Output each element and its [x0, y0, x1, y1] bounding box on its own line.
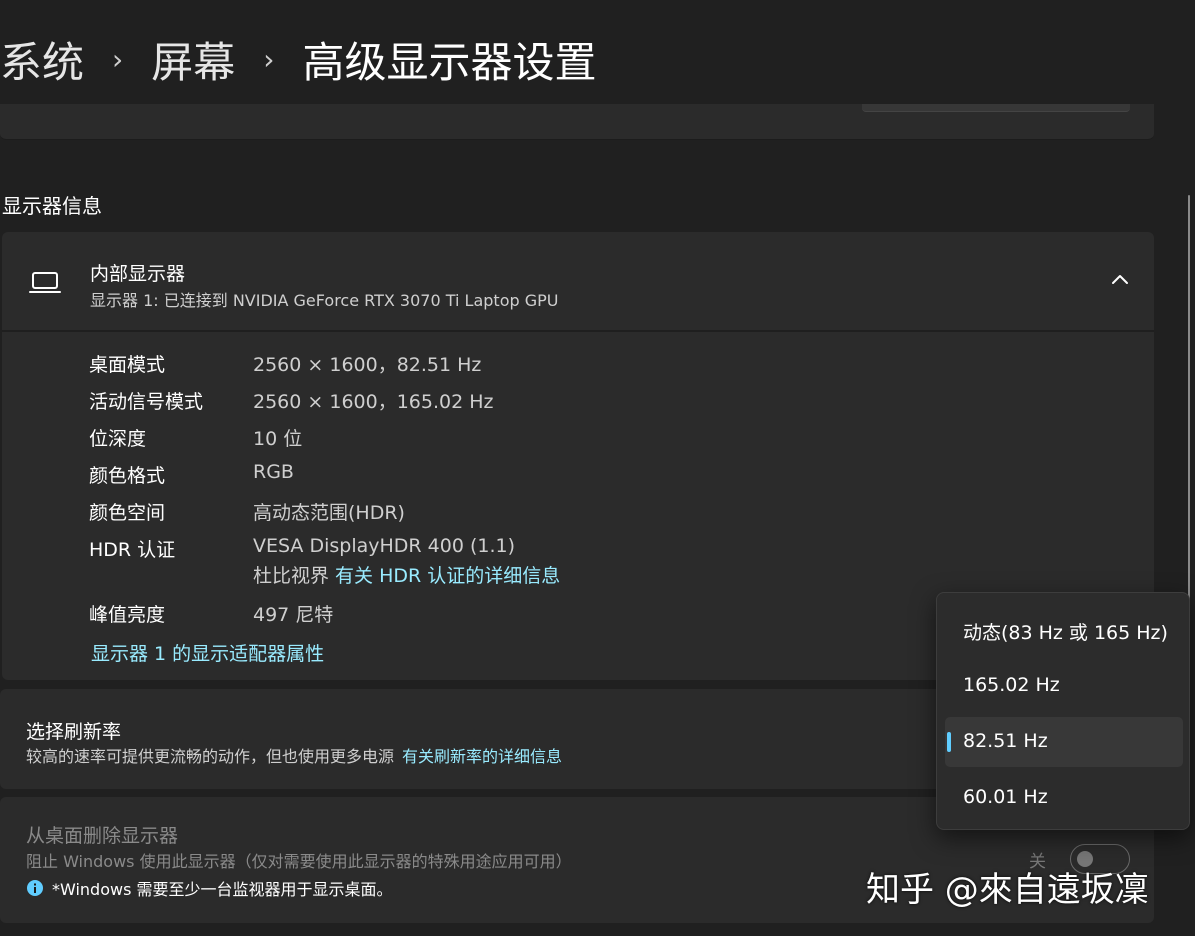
property-value: VESA DisplayHDR 400 (1.1) [253, 535, 515, 557]
watermark: 知乎 @來自遠坂凜 [866, 870, 1149, 910]
refresh-rate-dropdown[interactable]: 动态(83 Hz 或 165 Hz) 165.02 Hz 82.51 Hz 60… [936, 592, 1190, 830]
note-text: *Windows 需要至少一台监视器用于显示桌面。 [52, 880, 393, 899]
refresh-option-dynamic[interactable]: 动态(83 Hz 或 165 Hz) [945, 605, 1183, 655]
property-row: 位深度 10 位 [89, 424, 989, 461]
section-title: 显示器信息 [2, 194, 102, 218]
property-label: 颜色空间 [89, 502, 166, 524]
property-row: HDR 认证 VESA DisplayHDR 400 (1.1) 杜比视界 有关… [89, 535, 989, 600]
property-row: 桌面模式 2560 × 1600，82.51 Hz [89, 350, 989, 387]
property-label: HDR 认证 [89, 539, 176, 561]
option-label: 60.01 Hz [963, 786, 1048, 808]
property-value: 2560 × 1600，165.02 Hz [253, 391, 494, 413]
breadcrumb-item-display[interactable]: 屏幕 [151, 29, 235, 90]
refresh-rate-description: 较高的速率可提供更流畅的动作，但也使用更多电源 有关刷新率的详细信息 [26, 743, 562, 767]
refresh-rate-details-link[interactable]: 有关刷新率的详细信息 [402, 747, 562, 766]
settings-page: 系统 › 屏幕 › 高级显示器设置 显示器信息 内部显示器 显示器 1: 已连接… [0, 0, 1195, 936]
page-title: 高级显示器设置 [302, 37, 597, 87]
breadcrumb-separator-icon: › [263, 42, 275, 76]
breadcrumb-item-system[interactable]: 系统 [0, 29, 84, 90]
chevron-up-icon[interactable] [1110, 272, 1130, 286]
hdr-details-link[interactable]: 有关 HDR 认证的详细信息 [335, 565, 560, 587]
property-label: 活动信号模式 [89, 391, 204, 413]
breadcrumb: 系统 › 屏幕 › 高级显示器设置 [0, 28, 596, 90]
breadcrumb-separator-icon: › [112, 42, 124, 76]
property-row: 峰值亮度 497 尼特 [89, 600, 989, 637]
previous-settings-card [0, 104, 1154, 140]
remove-display-description: 阻止 Windows 使用此显示器（仅对需要使用此显示器的特殊用途应用可用） [26, 852, 572, 871]
refresh-option-82[interactable]: 82.51 Hz [945, 717, 1183, 767]
property-value: 497 尼特 [253, 604, 334, 626]
option-label: 165.02 Hz [963, 674, 1060, 696]
info-icon [27, 880, 43, 896]
laptop-icon [29, 272, 61, 293]
property-label: 桌面模式 [89, 354, 166, 376]
property-value: 杜比视界 [253, 565, 336, 587]
display-name: 内部显示器 [90, 263, 186, 285]
display-info-header[interactable]: 内部显示器 显示器 1: 已连接到 NVIDIA GeForce RTX 307… [2, 232, 1154, 332]
property-value: RGB [253, 461, 294, 483]
selection-indicator [947, 732, 951, 752]
property-row: 颜色格式 RGB [89, 461, 989, 498]
property-value: 10 位 [253, 428, 303, 450]
display-description: 显示器 1: 已连接到 NVIDIA GeForce RTX 3070 Ti L… [90, 291, 559, 310]
refresh-option-165[interactable]: 165.02 Hz [945, 661, 1183, 711]
property-row: 颜色空间 高动态范围(HDR) [89, 498, 989, 535]
property-label: 颜色格式 [89, 465, 166, 487]
option-label: 82.51 Hz [963, 730, 1048, 752]
property-row: 活动信号模式 2560 × 1600，165.02 Hz [89, 387, 989, 424]
previous-card-dropdown[interactable] [862, 104, 1130, 112]
property-value: 高动态范围(HDR) [253, 502, 405, 524]
remove-display-note: *Windows 需要至少一台监视器用于显示桌面。 [26, 876, 393, 900]
option-label: 动态(83 Hz 或 165 Hz) [963, 622, 1168, 644]
property-value: 2560 × 1600，82.51 Hz [253, 354, 482, 376]
hdr-secondary-line: 杜比视界 有关 HDR 认证的详细信息 [253, 561, 560, 588]
property-label: 位深度 [89, 428, 147, 450]
refresh-option-60[interactable]: 60.01 Hz [945, 773, 1183, 823]
property-label: 峰值亮度 [89, 604, 166, 626]
refresh-rate-title: 选择刷新率 [26, 721, 122, 743]
display-properties: 桌面模式 2560 × 1600，82.51 Hz 活动信号模式 2560 × … [89, 350, 989, 637]
property-value-group: VESA DisplayHDR 400 (1.1) 杜比视界 有关 HDR 认证… [253, 535, 560, 600]
adapter-properties-link[interactable]: 显示器 1 的显示适配器属性 [91, 639, 324, 666]
remove-display-title: 从桌面删除显示器 [26, 825, 179, 847]
refresh-rate-description-text: 较高的速率可提供更流畅的动作，但也使用更多电源 [26, 747, 395, 766]
